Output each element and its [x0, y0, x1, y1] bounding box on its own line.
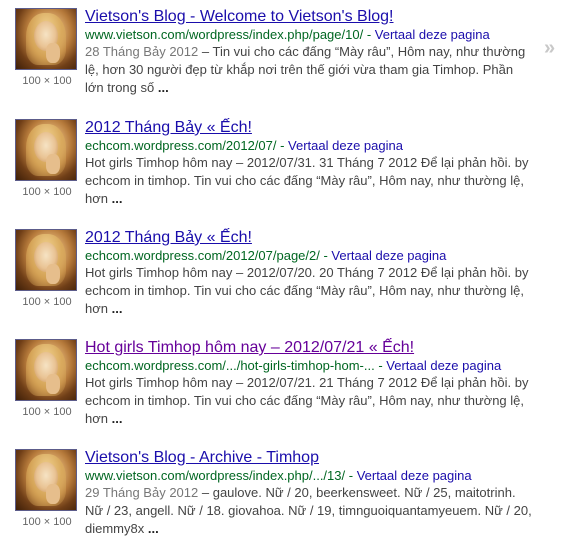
- snippet-text: Hot girls Timhop hôm nay – 2012/07/20. 2…: [85, 265, 529, 316]
- snippet-ellipsis: ...: [157, 80, 169, 95]
- result-thumbnail-block: 100 × 100: [15, 339, 79, 418]
- translate-link[interactable]: Vertaal deze pagina: [357, 468, 472, 483]
- result-thumbnail-block: 100 × 100: [15, 229, 79, 308]
- result-snippet: 28 Tháng Bảy 2012 – Tin vui cho các đấng…: [85, 43, 535, 97]
- result-date: 28 Tháng Bảy 2012: [85, 44, 199, 59]
- thumbnail-size-label: 100 × 100: [22, 186, 72, 198]
- url-separator: -: [374, 358, 387, 373]
- result-thumbnail-block: 100 × 100: [15, 449, 79, 528]
- result-thumbnail-image[interactable]: [15, 339, 77, 401]
- url-separator: -: [276, 138, 289, 153]
- translate-link[interactable]: Vertaal deze pagina: [386, 358, 501, 373]
- result-title-link[interactable]: 2012 Tháng Bảy « Ếch!: [85, 229, 535, 247]
- result-title-link[interactable]: Vietson's Blog - Archive - Timhop: [85, 449, 535, 467]
- result-url: echcom.wordpress.com/.../hot-girls-timho…: [85, 358, 375, 373]
- result-url: echcom.wordpress.com/2012/07/: [85, 138, 277, 153]
- result-url-line: echcom.wordpress.com/2012/07/page/2/ - V…: [85, 248, 535, 264]
- result-body: Vietson's Blog - Welcome to Vietson's Bl…: [85, 8, 535, 97]
- result-url: echcom.wordpress.com/2012/07/page/2/: [85, 248, 320, 263]
- double-chevron-right-icon[interactable]: »: [544, 37, 555, 60]
- result-url: www.vietson.com/wordpress/index.php/page…: [85, 27, 364, 42]
- result-title-link[interactable]: Hot girls Timhop hôm nay – 2012/07/21 « …: [85, 339, 535, 357]
- translate-link[interactable]: Vertaal deze pagina: [331, 248, 446, 263]
- snippet-text: Hot girls Timhop hôm nay – 2012/07/31. 3…: [85, 155, 529, 206]
- url-separator: -: [363, 27, 375, 42]
- translate-link[interactable]: Vertaal deze pagina: [288, 138, 403, 153]
- result-date: 29 Tháng Bảy 2012: [85, 485, 199, 500]
- result-url: www.vietson.com/wordpress/index.php/.../…: [85, 468, 346, 483]
- result-title-link[interactable]: Vietson's Blog - Welcome to Vietson's Bl…: [85, 8, 535, 26]
- result-thumbnail-image[interactable]: [15, 449, 77, 511]
- result-body: Vietson's Blog - Archive - Timhop www.vi…: [85, 449, 535, 538]
- result-url-line: echcom.wordpress.com/.../hot-girls-timho…: [85, 358, 535, 374]
- snippet-ellipsis: ...: [111, 411, 123, 426]
- result-url-line: www.vietson.com/wordpress/index.php/page…: [85, 27, 535, 43]
- result-url-line: www.vietson.com/wordpress/index.php/.../…: [85, 468, 535, 484]
- result-title-link[interactable]: 2012 Tháng Bảy « Ếch!: [85, 119, 535, 137]
- result-thumbnail-image[interactable]: [15, 8, 77, 70]
- result-snippet: Hot girls Timhop hôm nay – 2012/07/21. 2…: [85, 374, 535, 428]
- result-body: Hot girls Timhop hôm nay – 2012/07/21 « …: [85, 339, 535, 428]
- url-separator: -: [319, 248, 332, 263]
- thumbnail-size-label: 100 × 100: [22, 75, 72, 87]
- snippet-ellipsis: ...: [147, 521, 159, 536]
- result-body: 2012 Tháng Bảy « Ếch! echcom.wordpress.c…: [85, 119, 535, 208]
- result-thumbnail-image[interactable]: [15, 119, 77, 181]
- snippet-ellipsis: ...: [111, 191, 123, 206]
- thumbnail-size-label: 100 × 100: [22, 406, 72, 418]
- snippet-text: Hot girls Timhop hôm nay – 2012/07/21. 2…: [85, 375, 529, 426]
- result-thumbnail-block: 100 × 100: [15, 8, 79, 87]
- result-snippet: 29 Tháng Bảy 2012 – gaulove. Nữ / 20, be…: [85, 484, 535, 538]
- url-separator: -: [345, 468, 357, 483]
- result-body: 2012 Tháng Bảy « Ếch! echcom.wordpress.c…: [85, 229, 535, 318]
- result-thumbnail-image[interactable]: [15, 229, 77, 291]
- snippet-ellipsis: ...: [111, 301, 123, 316]
- translate-link[interactable]: Vertaal deze pagina: [375, 27, 490, 42]
- thumbnail-size-label: 100 × 100: [22, 516, 72, 528]
- result-thumbnail-block: 100 × 100: [15, 119, 79, 198]
- result-snippet: Hot girls Timhop hôm nay – 2012/07/31. 3…: [85, 154, 535, 208]
- result-snippet: Hot girls Timhop hôm nay – 2012/07/20. 2…: [85, 264, 535, 318]
- result-url-line: echcom.wordpress.com/2012/07/ - Vertaal …: [85, 138, 535, 154]
- thumbnail-size-label: 100 × 100: [22, 296, 72, 308]
